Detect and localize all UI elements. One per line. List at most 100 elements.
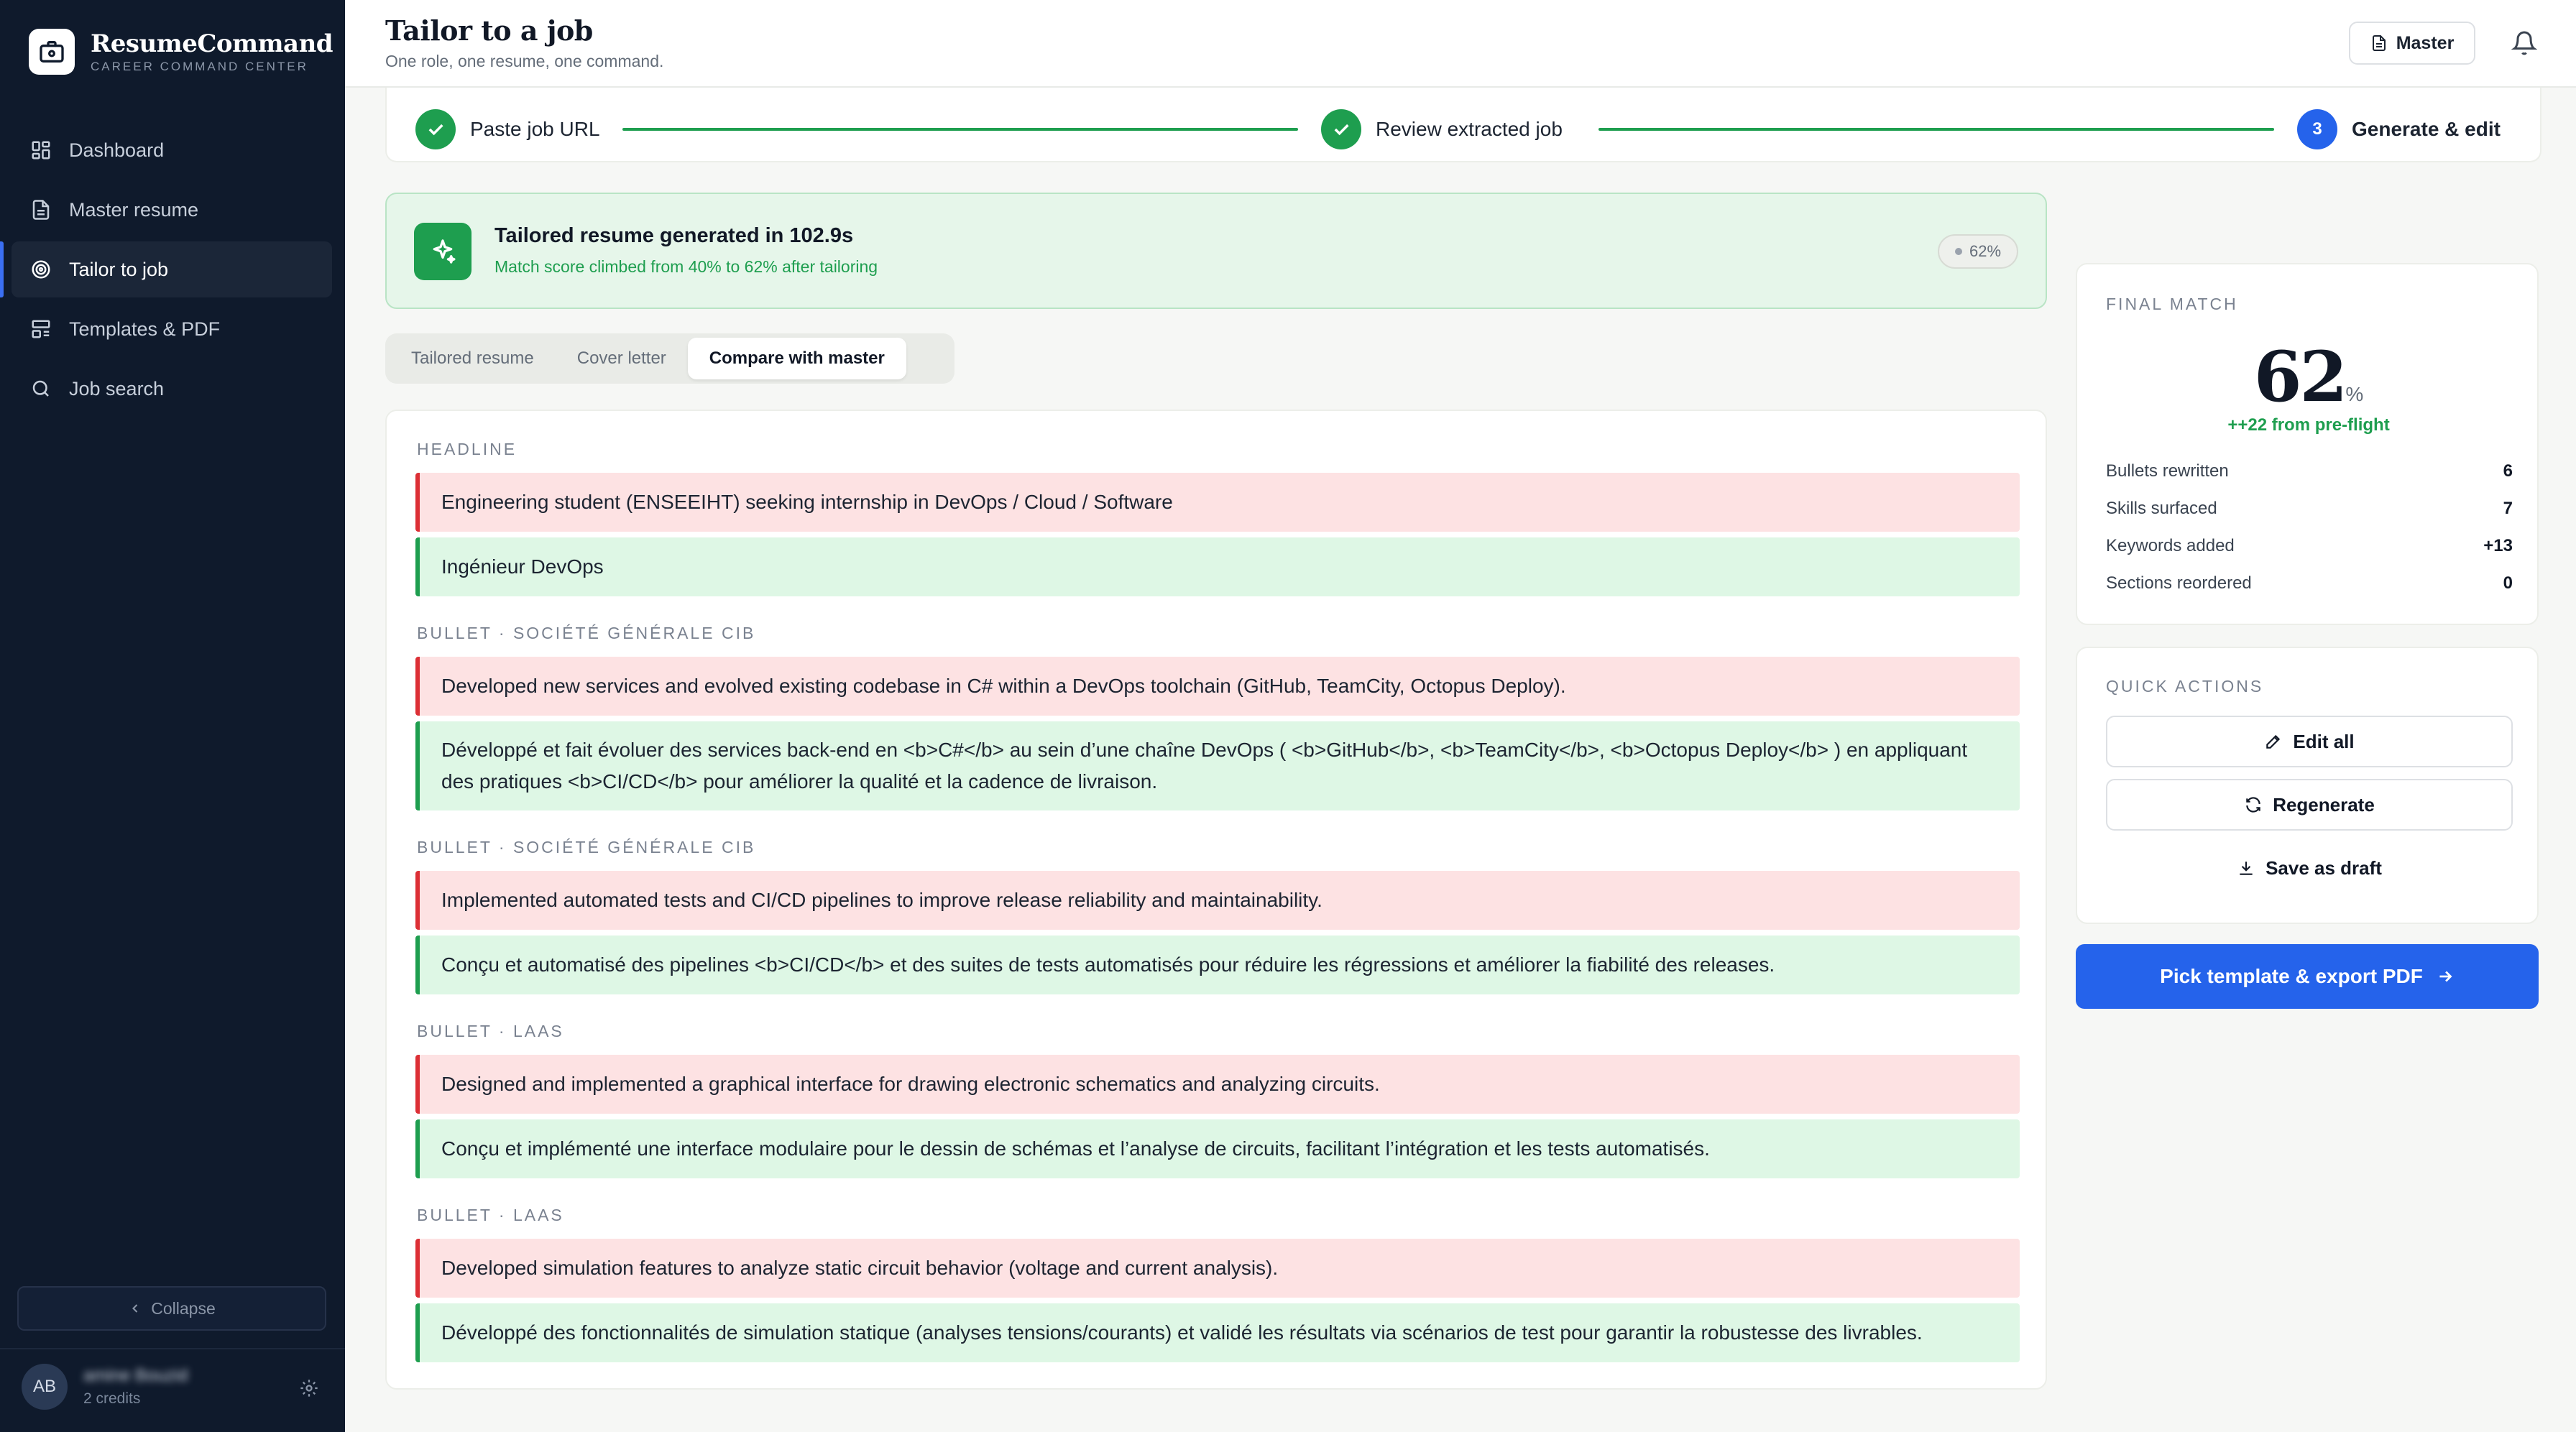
page-title: Tailor to a job [385, 14, 593, 47]
step-label: Generate & edit [2352, 118, 2501, 140]
success-subtitle: Match score climbed from 40% to 62% afte… [494, 257, 878, 276]
briefcase-logo-icon [29, 29, 75, 75]
stat-skills-surfaced: Skills surfaced 7 [2106, 499, 2513, 519]
stat-value: +13 [2483, 536, 2513, 555]
target-icon [29, 257, 53, 282]
diff-removed-row: Implemented automated tests and CI/CD pi… [415, 871, 2020, 930]
regenerate-label: Regenerate [2273, 793, 2375, 816]
diff-added-row: Conçu et automatisé des pipelines <b>CI/… [415, 936, 2020, 994]
user-name: amine Bouzid [83, 1366, 188, 1385]
success-banner: Tailored resume generated in 102.9s Matc… [385, 193, 2047, 309]
sidebar-item-label: Tailor to job [69, 258, 169, 280]
master-button-label: Master [2396, 32, 2455, 53]
edit-all-label: Edit all [2293, 730, 2355, 752]
view-tabs: Tailored resume Cover letter Compare wit… [385, 333, 954, 384]
step-label: Review extracted job [1376, 118, 1563, 140]
export-pdf-button[interactable]: Pick template & export PDF [2076, 944, 2539, 1009]
sidebar-divider [0, 1348, 345, 1349]
score-badge: 62% [1938, 234, 2018, 269]
sidebar-item-label: Dashboard [69, 139, 165, 161]
success-title: Tailored resume generated in 102.9s [494, 224, 854, 247]
section-label: BULLET · SOCIÉTÉ GÉNÉRALE CIB [417, 624, 756, 642]
stat-label: Sections reordered [2106, 573, 2252, 593]
collapse-button[interactable]: Collapse [17, 1286, 326, 1331]
stat-bullets-rewritten: Bullets rewritten 6 [2106, 461, 2513, 481]
final-match-card: FINAL MATCH 62% ++22 from pre-flight Bul… [2076, 263, 2539, 625]
section-label: HEADLINE [417, 440, 518, 458]
sidebar-item-job-search[interactable]: Job search [12, 361, 332, 417]
stat-label: Keywords added [2106, 536, 2235, 555]
edit-all-button[interactable]: Edit all [2106, 716, 2513, 767]
sidebar-item-label: Job search [69, 377, 165, 399]
check-icon [415, 109, 456, 149]
page-subtitle: One role, one resume, one command. [385, 52, 664, 70]
stat-sections-reordered: Sections reordered 0 [2106, 573, 2513, 593]
sidebar-item-label: Templates & PDF [69, 318, 221, 340]
download-icon [2237, 859, 2255, 877]
dot-icon [1954, 248, 1962, 255]
final-score-value: 62 [2253, 336, 2348, 417]
arrow-right-icon [2436, 967, 2455, 986]
sidebar: ResumeCommand CAREER COMMAND CENTER Dash… [0, 0, 345, 1432]
pencil-icon [2264, 732, 2283, 751]
diff-removed-row: Developed new services and evolved exist… [415, 657, 2020, 716]
sparkles-icon [414, 223, 472, 280]
document-icon [2370, 34, 2388, 52]
search-icon [29, 377, 53, 401]
sidebar-nav: Dashboard Master resume Tailor to job Te… [0, 122, 332, 420]
quick-actions-label: QUICK ACTIONS [2106, 677, 2264, 696]
diff-added-row: Conçu et implémenté une interface modula… [415, 1119, 2020, 1178]
sidebar-item-tailor-to-job[interactable]: Tailor to job [0, 241, 332, 297]
document-icon [29, 198, 53, 222]
diff-added-row: Ingénieur DevOps [415, 537, 2020, 596]
final-score: 62% [2077, 336, 2540, 417]
bell-icon[interactable] [2511, 30, 2538, 60]
grid-icon [29, 138, 53, 162]
diff-removed-row: Developed simulation features to analyze… [415, 1239, 2020, 1298]
quick-actions-card: QUICK ACTIONS Edit all Regenerate Save a… [2076, 647, 2539, 924]
section-label: BULLET · LAAS [417, 1022, 564, 1040]
save-draft-button[interactable]: Save as draft [2106, 846, 2513, 890]
step-paste-job-url[interactable]: Paste job URL [415, 109, 600, 149]
chevron-left-icon [128, 1301, 142, 1316]
sidebar-item-templates[interactable]: Templates & PDF [12, 301, 332, 357]
tab-tailored-resume[interactable]: Tailored resume [390, 338, 556, 379]
step-review-extracted-job[interactable]: Review extracted job [1321, 109, 1563, 149]
gear-icon[interactable] [299, 1378, 319, 1402]
diff-added-row: Développé des fonctionnalités de simulat… [415, 1303, 2020, 1362]
stat-value: 0 [2503, 573, 2513, 593]
sidebar-item-dashboard[interactable]: Dashboard [12, 122, 332, 178]
final-score-unit: % [2345, 383, 2364, 405]
diff-added-row: Développé et fait évoluer des services b… [415, 721, 2020, 810]
stat-keywords-added: Keywords added +13 [2106, 536, 2513, 556]
tab-cover-letter[interactable]: Cover letter [556, 338, 688, 379]
diff-removed-row: Designed and implemented a graphical int… [415, 1055, 2020, 1114]
top-header: Tailor to a job One role, one resume, on… [345, 0, 2576, 88]
stat-label: Bullets rewritten [2106, 461, 2229, 481]
user-credits: 2 credits [83, 1390, 141, 1407]
collapse-label: Collapse [151, 1298, 216, 1318]
user-profile[interactable]: AB amine Bouzid 2 credits [22, 1364, 188, 1410]
check-icon [1321, 109, 1361, 149]
step-connector [622, 128, 1298, 131]
tab-compare-with-master[interactable]: Compare with master [687, 338, 906, 379]
save-draft-label: Save as draft [2266, 856, 2382, 879]
regenerate-button[interactable]: Regenerate [2106, 779, 2513, 831]
export-label: Pick template & export PDF [2160, 965, 2423, 987]
sidebar-item-master-resume[interactable]: Master resume [12, 182, 332, 238]
step-number: 3 [2297, 109, 2337, 149]
stat-value: 7 [2503, 499, 2513, 518]
brand-tagline: CAREER COMMAND CENTER [91, 60, 308, 73]
brand[interactable]: ResumeCommand CAREER COMMAND CENTER [29, 29, 334, 75]
compare-diff-panel: HEADLINE Engineering student (ENSEEIHT) … [385, 410, 2047, 1390]
layout-icon [29, 317, 53, 341]
stat-label: Skills surfaced [2106, 499, 2217, 518]
brand-name: ResumeCommand [91, 29, 334, 58]
step-generate-edit[interactable]: 3 Generate & edit [2297, 109, 2501, 149]
section-label: BULLET · SOCIÉTÉ GÉNÉRALE CIB [417, 838, 756, 856]
section-label: BULLET · LAAS [417, 1206, 564, 1224]
diff-removed-row: Engineering student (ENSEEIHT) seeking i… [415, 473, 2020, 532]
avatar: AB [22, 1364, 68, 1410]
master-button[interactable]: Master [2349, 22, 2475, 65]
final-match-label: FINAL MATCH [2106, 295, 2238, 313]
